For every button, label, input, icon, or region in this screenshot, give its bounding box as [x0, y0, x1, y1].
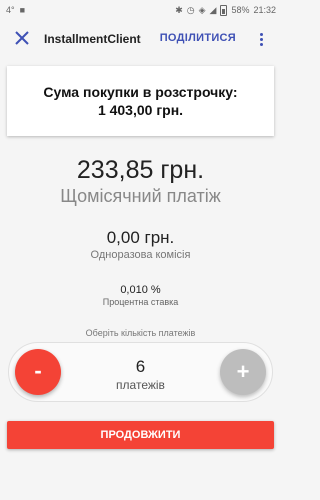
- battery-percent: 58%: [231, 5, 250, 15]
- payments-count-hint: Оберіть кількість платежів: [85, 328, 196, 338]
- status-right: ✱ ◷ ◈ ◢ 58% 21:32: [175, 4, 276, 16]
- purchase-title: Сума покупки в розстрочку:: [43, 84, 238, 100]
- battery-icon: [220, 4, 228, 16]
- close-icon[interactable]: [12, 28, 32, 48]
- share-button[interactable]: ПОДІЛИТИСЯ: [160, 32, 236, 44]
- one-time-fee-amount: 0,00 грн.: [106, 228, 175, 247]
- monthly-payment-amount: 233,85 грн.: [76, 156, 205, 184]
- status-bar: 4° ■ ✱ ◷ ◈ ◢ 58% 21:32: [0, 0, 281, 22]
- status-time: 21:32: [253, 5, 276, 15]
- status-left: 4° ■: [6, 4, 25, 16]
- monthly-payment-label: Щомісячний платіж: [60, 186, 221, 206]
- wifi-icon: ◈: [198, 5, 206, 15]
- app-title: InstallmentClient: [44, 32, 141, 46]
- interest-rate-amount: 0,010 %: [120, 284, 161, 296]
- alarm-icon: ◷: [186, 5, 195, 15]
- purchase-summary-card: Сума покупки в розстрочку: 1 403,00 грн.: [7, 66, 274, 136]
- decrease-payments-button[interactable]: -: [15, 349, 61, 395]
- purchase-amount: 1 403,00 грн.: [97, 102, 184, 118]
- bluetooth-icon: ✱: [175, 5, 183, 15]
- status-temperature: 4°: [6, 5, 15, 15]
- increase-payments-button[interactable]: +: [220, 349, 266, 395]
- one-time-fee-label: Одноразова комісія: [90, 249, 191, 261]
- continue-button[interactable]: ПРОДОВЖИТИ: [7, 421, 274, 449]
- more-options-icon[interactable]: [255, 28, 267, 50]
- message-icon: ■: [19, 5, 26, 15]
- app-bar: InstallmentClient ПОДІЛИТИСЯ: [0, 22, 281, 56]
- payments-stepper: 6 платежів - +: [8, 342, 273, 402]
- signal-icon: ◢: [209, 5, 217, 15]
- interest-rate-label: Процентна ставка: [102, 297, 179, 307]
